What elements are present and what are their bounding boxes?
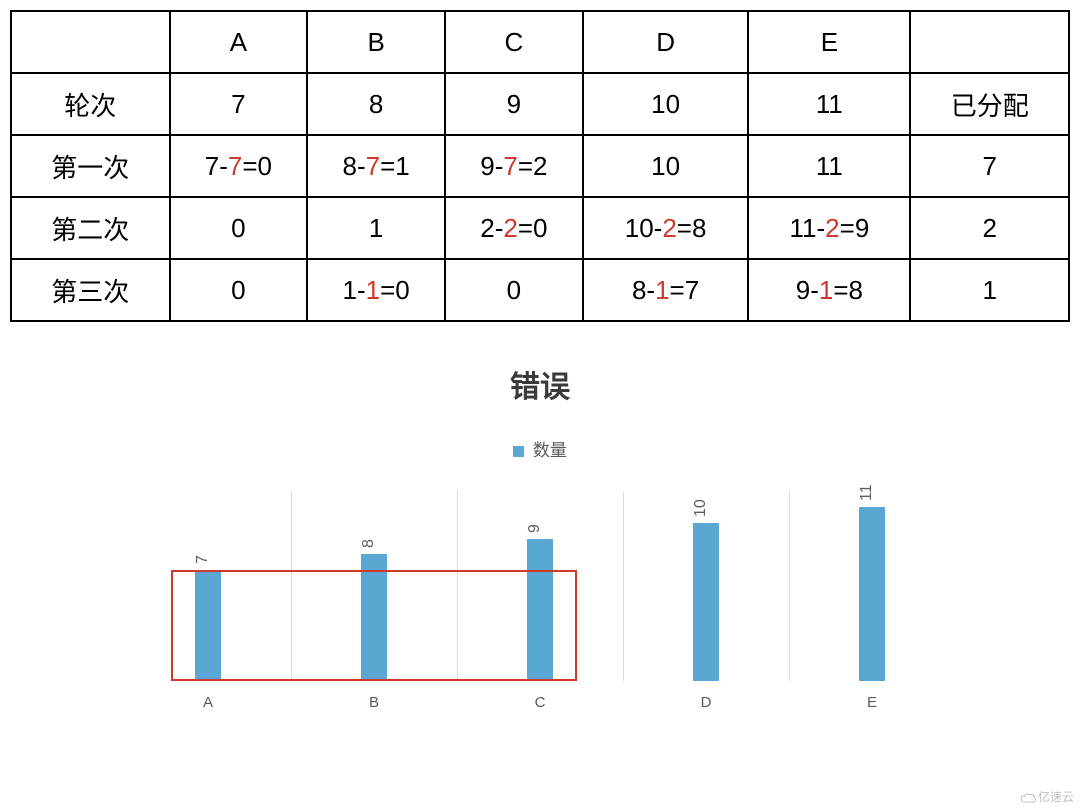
bar-value-label: 11 bbox=[858, 484, 876, 501]
table-cell: 已分配 bbox=[910, 73, 1069, 135]
table-row: 第二次012-2=010-2=811-2=92 bbox=[11, 197, 1069, 259]
table-cell: 1-1=0 bbox=[307, 259, 445, 321]
table-cell: 10 bbox=[583, 135, 749, 197]
row-label: 轮次 bbox=[11, 73, 170, 135]
table-cell: 7 bbox=[170, 73, 308, 135]
table-cell: 8-7=1 bbox=[307, 135, 445, 197]
table-cell: 9-1=8 bbox=[748, 259, 910, 321]
highlight-box bbox=[171, 570, 576, 681]
table-cell: 11 bbox=[748, 135, 910, 197]
x-axis-label: D bbox=[623, 694, 789, 711]
bar-slot: 10 bbox=[623, 491, 789, 681]
table-cell: 1 bbox=[307, 197, 445, 259]
bar-value-label: 10 bbox=[692, 499, 710, 517]
table-cell: 9 bbox=[445, 73, 583, 135]
table-cell: 0 bbox=[445, 259, 583, 321]
table-cell: 1 bbox=[910, 259, 1069, 321]
table-row: 轮次7891011已分配 bbox=[11, 73, 1069, 135]
bar-value-label: 9 bbox=[526, 524, 544, 533]
table-cell: 11 bbox=[748, 73, 910, 135]
x-axis-label: B bbox=[291, 694, 457, 711]
table-header-cell: C bbox=[445, 11, 583, 73]
table-header-cell: D bbox=[583, 11, 749, 73]
allocation-table: ABCDE 轮次7891011已分配第一次7-7=08-7=19-7=21011… bbox=[10, 10, 1070, 322]
cloud-icon bbox=[1020, 792, 1036, 804]
table-cell: 11-2=9 bbox=[748, 197, 910, 259]
row-label: 第二次 bbox=[11, 197, 170, 259]
bar-value-label: 7 bbox=[194, 555, 212, 564]
bar: 10 bbox=[693, 523, 719, 681]
chart-plot: 7 8 9 10 11 bbox=[125, 491, 955, 681]
bar-slot: 11 bbox=[789, 491, 955, 681]
bar-value-label: 8 bbox=[360, 539, 378, 548]
x-axis-labels: ABCDE bbox=[125, 687, 955, 711]
table-header-cell: A bbox=[170, 11, 308, 73]
table-row: 第一次7-7=08-7=19-7=210117 bbox=[11, 135, 1069, 197]
table-cell: 9-7=2 bbox=[445, 135, 583, 197]
table-cell: 7 bbox=[910, 135, 1069, 197]
watermark: 亿速云 bbox=[1020, 788, 1074, 805]
chart-legend: 数量 bbox=[10, 436, 1070, 461]
table-row: 第三次01-1=008-1=79-1=81 bbox=[11, 259, 1069, 321]
table-cell: 0 bbox=[170, 259, 308, 321]
table-cell: 2 bbox=[910, 197, 1069, 259]
legend-label: 数量 bbox=[533, 441, 567, 460]
table-cell: 10-2=8 bbox=[583, 197, 749, 259]
x-axis-label: E bbox=[789, 694, 955, 711]
x-axis-label: A bbox=[125, 694, 291, 711]
chart-title: 错误 bbox=[10, 362, 1070, 406]
table-header-cell bbox=[910, 11, 1069, 73]
table-cell: 2-2=0 bbox=[445, 197, 583, 259]
table-cell: 8-1=7 bbox=[583, 259, 749, 321]
table-cell: 7-7=0 bbox=[170, 135, 308, 197]
table-cell: 10 bbox=[583, 73, 749, 135]
row-label: 第三次 bbox=[11, 259, 170, 321]
legend-swatch bbox=[513, 446, 524, 457]
chart-area: 7 8 9 10 11 ABCDE bbox=[125, 491, 955, 711]
table-cell: 8 bbox=[307, 73, 445, 135]
x-axis-label: C bbox=[457, 694, 623, 711]
table-header-cell: B bbox=[307, 11, 445, 73]
bar: 11 bbox=[859, 507, 885, 681]
table-cell: 0 bbox=[170, 197, 308, 259]
table-header-cell bbox=[11, 11, 170, 73]
table-header-cell: E bbox=[748, 11, 910, 73]
row-label: 第一次 bbox=[11, 135, 170, 197]
